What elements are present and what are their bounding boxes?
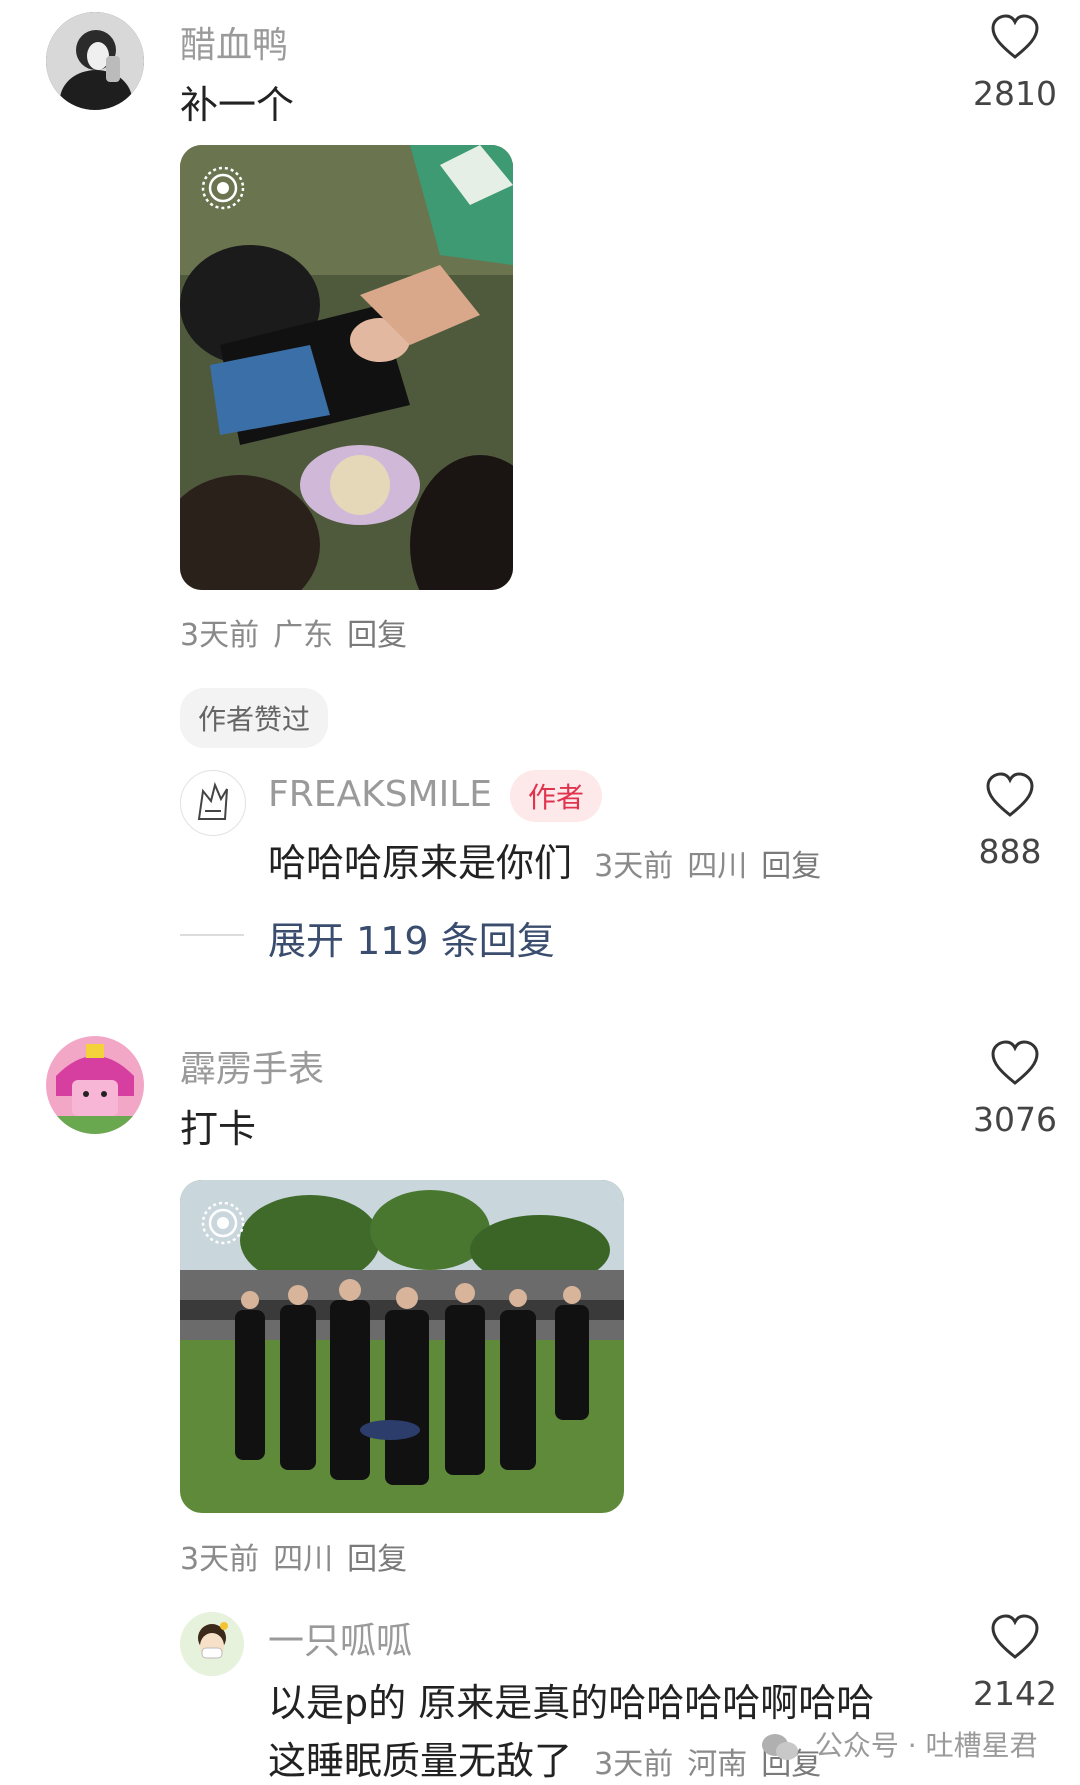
reply-text: 以是p的 原来是真的哈哈哈哈啊哈哈	[268, 1681, 875, 1725]
reply-location: 河南	[687, 1747, 748, 1782]
comment-time: 3天前	[180, 1542, 260, 1577]
avatar[interactable]	[180, 770, 246, 836]
wechat-icon	[762, 1734, 798, 1760]
heart-icon	[991, 1614, 1039, 1659]
reply-button[interactable]: 回复	[761, 849, 821, 884]
live-photo-icon	[201, 166, 245, 210]
watermark-text: 公众号 · 吐槽星君	[814, 1729, 1038, 1762]
expand-replies-link[interactable]: 展开 119 条回复	[268, 910, 555, 965]
comment-time: 3天前	[180, 618, 260, 653]
watermark: 公众号 · 吐槽星君	[760, 1724, 1038, 1764]
like-button[interactable]: 2810	[955, 14, 1075, 113]
author-badge: 作者	[510, 770, 603, 822]
comment-username[interactable]: 醋血鸭	[180, 16, 288, 68]
heart-icon	[991, 1040, 1039, 1085]
author-liked-tag: 作者赞过	[180, 688, 329, 748]
like-count: 888	[978, 832, 1042, 871]
live-photo-icon	[201, 1201, 245, 1245]
like-button[interactable]: 3076	[955, 1040, 1075, 1139]
avatar[interactable]	[46, 12, 144, 110]
avatar[interactable]	[46, 1036, 144, 1134]
comment-meta: 3天前 四川 回复	[180, 1534, 421, 1578]
reply-location: 四川	[687, 849, 748, 884]
comment-text: 打卡	[180, 1107, 257, 1151]
reply-time: 3天前	[594, 849, 674, 884]
comment-location: 四川	[273, 1542, 334, 1577]
reply-username-text: FREAKSMILE	[268, 774, 493, 815]
like-button[interactable]: 2142	[955, 1614, 1075, 1713]
like-count: 2142	[973, 1674, 1057, 1713]
heart-icon	[986, 772, 1034, 817]
comment-text: 补一个	[180, 83, 295, 127]
like-count: 2810	[973, 74, 1057, 113]
comment-photo[interactable]	[180, 1180, 624, 1513]
divider	[180, 934, 244, 936]
comment-photo[interactable]	[180, 145, 513, 590]
reply-button[interactable]: 回复	[347, 618, 407, 653]
like-button[interactable]: 888	[950, 772, 1070, 871]
reply-meta: 3天前 四川 回复	[594, 849, 835, 884]
reply-username[interactable]: FREAKSMILE 作者	[268, 770, 603, 822]
reply-time: 3天前	[594, 1747, 674, 1782]
avatar[interactable]	[180, 1612, 244, 1676]
comment-username[interactable]: 霹雳手表	[180, 1040, 324, 1092]
heart-icon	[991, 14, 1039, 59]
like-count: 3076	[973, 1100, 1057, 1139]
comment-location: 广东	[273, 618, 334, 653]
reply-text-line: 哈哈哈原来是你们 3天前 四川 回复	[268, 832, 835, 887]
comment-meta: 3天前 广东 回复	[180, 610, 421, 654]
reply-text: 哈哈哈原来是你们	[268, 841, 573, 885]
reply-username[interactable]: 一只呱呱	[268, 1612, 412, 1664]
reply-button[interactable]: 回复	[347, 1542, 407, 1577]
reply-text-2: 这睡眠质量无敌了	[268, 1739, 573, 1783]
reply-text-line-2: 这睡眠质量无敌了 3天前 河南 回复	[268, 1730, 835, 1785]
